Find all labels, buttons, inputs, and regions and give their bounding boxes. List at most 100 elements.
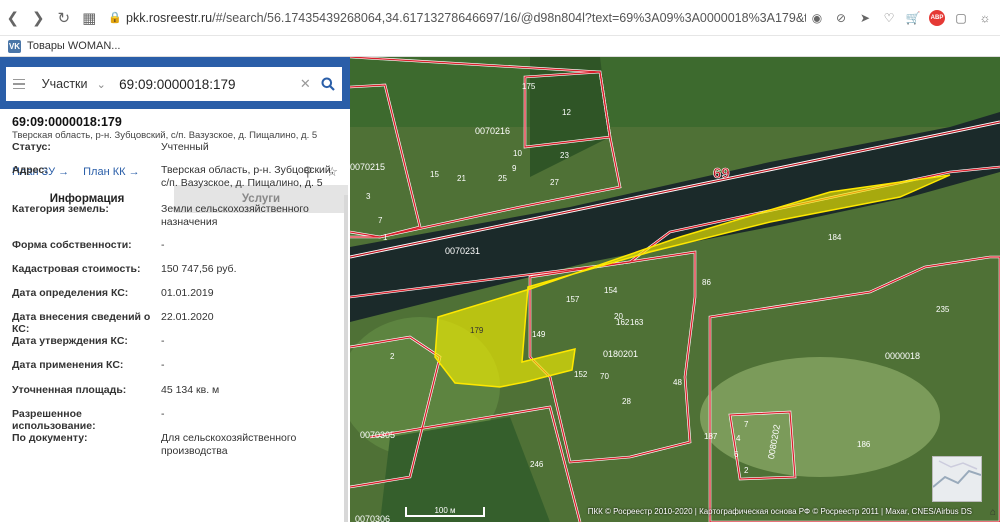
field-row: Категория земель: Земли сельскохозяйствен… xyxy=(0,203,350,228)
field-value: 22.01.2020 xyxy=(161,311,214,323)
parcel-label: 157 xyxy=(566,295,580,304)
field-label: Кадастровая стоимость: xyxy=(12,263,141,275)
clear-icon[interactable]: ✕ xyxy=(296,76,314,92)
parcel-label: 25 xyxy=(498,174,507,183)
minimap-image xyxy=(933,457,981,501)
parcel-label: 152 xyxy=(574,370,588,379)
field-label: Уточненная площадь: xyxy=(12,384,127,396)
share-icon[interactable]: ➤ xyxy=(854,7,876,29)
camera-icon[interactable]: ◉ xyxy=(806,7,828,29)
parcel-label: 235 xyxy=(936,305,950,314)
cube-icon[interactable]: ▢ xyxy=(950,7,972,29)
bookmarks-bar: VK Товары WOMAN... xyxy=(0,36,1000,57)
parcel-label: 15 xyxy=(430,170,439,179)
panel-scrollbar[interactable] xyxy=(344,195,348,522)
quarter-label: 0070231 xyxy=(445,246,480,256)
url-text[interactable]: pkk.rosreestr.ru/#/search/56.17435439268… xyxy=(126,11,806,25)
parcel-label: 187 xyxy=(704,432,718,441)
parcel-label: 21 xyxy=(457,174,466,183)
field-label: Дата утверждения КС: xyxy=(12,335,128,347)
parcel-label: 7 xyxy=(744,420,749,429)
field-label: Разрешенное использование: xyxy=(12,408,96,432)
vk-icon: VK xyxy=(8,39,21,53)
field-row: Кадастровая стоимость: 150 747,56 руб. xyxy=(0,263,350,276)
heart-icon[interactable]: ♡ xyxy=(878,7,900,29)
field-value: Учтенный xyxy=(161,141,209,153)
field-value: 150 747,56 руб. xyxy=(161,263,237,275)
parcel-label: 149 xyxy=(532,330,546,339)
search-input[interactable] xyxy=(113,76,297,92)
cart-icon[interactable]: 🛒 xyxy=(902,7,924,29)
parcel-label: 2 xyxy=(390,352,395,361)
block-icon[interactable]: ⊘ xyxy=(830,7,852,29)
map-canvas[interactable]: 69 1 7 9 0070216 0070215 0070231 0180201 0… xyxy=(350,57,1000,522)
region-label: 69 xyxy=(713,165,730,182)
field-row: Форма собственности: - xyxy=(0,239,350,252)
field-label: Дата применения КС: xyxy=(12,359,124,371)
parcel-label: 20 xyxy=(614,312,623,321)
tabs-grid-icon[interactable]: ▦ xyxy=(77,0,103,36)
bookmark-woman[interactable]: Товары WOMAN... xyxy=(27,40,120,52)
field-label: Форма собственности: xyxy=(12,239,132,251)
home-icon[interactable]: ⌂ xyxy=(990,507,996,518)
search-header: Участки ⌄ ✕ xyxy=(0,57,350,109)
quarter-label: 0070216 xyxy=(475,126,510,136)
search-icon xyxy=(321,77,336,91)
parcel-label: 246 xyxy=(530,460,544,469)
back-button[interactable]: ❮ xyxy=(0,0,26,36)
parcel-label: 154 xyxy=(604,286,618,295)
parcel-label: 163 xyxy=(630,318,644,327)
adblock-icon[interactable]: ABP xyxy=(926,7,948,29)
search-button[interactable] xyxy=(315,67,343,101)
quarter-label: 0070305 xyxy=(360,430,395,440)
parcel-label: 27 xyxy=(550,178,559,187)
field-value: - xyxy=(161,359,165,371)
parcel-label: 6 xyxy=(734,450,739,459)
address-bar[interactable]: 🔒 pkk.rosreestr.ru/#/search/56.174354392… xyxy=(108,5,806,31)
field-value: 45 134 кв. м xyxy=(161,384,220,396)
search-box: Участки ⌄ ✕ xyxy=(6,67,342,101)
parcel-label: 86 xyxy=(702,278,711,287)
field-row: По документу: Для сельскохозяйственного п… xyxy=(0,432,350,457)
quarter-label: 0000018 xyxy=(885,351,920,361)
parcel-label: 12 xyxy=(562,108,571,117)
field-label: По документу: xyxy=(12,432,88,444)
parcel-address: Тверская область, р-н. Зубцовский, с/п. … xyxy=(12,130,318,141)
scale-bar: 100 м xyxy=(405,507,485,517)
quarter-label: 0070306 xyxy=(355,514,390,522)
parcel-number: 69:09:0000018:179 xyxy=(12,115,122,129)
parcel-label: 23 xyxy=(560,151,569,160)
field-value: Для сельскохозяйственного производства xyxy=(161,432,297,457)
menu-icon[interactable] xyxy=(6,67,32,101)
quarter-label: 0180201 xyxy=(603,349,638,359)
field-label: Дата определения КС: xyxy=(12,287,129,299)
field-value: 01.01.2019 xyxy=(161,287,214,299)
minimap-thumbnail[interactable] xyxy=(932,456,982,502)
field-row: Дата применения КС: - xyxy=(0,359,350,372)
parcel-label: 70 xyxy=(600,372,609,381)
field-value: - xyxy=(161,335,165,347)
field-value: Земли сельскохозяйственного назначения xyxy=(161,203,309,228)
reload-button[interactable]: ↻ xyxy=(51,0,77,36)
field-value: - xyxy=(161,408,165,420)
browser-toolbar: ❮ ❯ ↻ ▦ 🔒 pkk.rosreestr.ru/#/search/56.1… xyxy=(0,0,1000,36)
parcel-label: 1 xyxy=(383,233,388,242)
search-type-select[interactable]: Участки xyxy=(32,77,97,91)
field-label: Дата внесения сведений о КС: xyxy=(12,311,151,335)
field-value: Тверская область, р-н. Зубцовский, с/п. … xyxy=(161,164,334,189)
field-row: Адрес: Тверская область, р-н. Зубцовский,… xyxy=(0,164,350,189)
lightbulb-icon[interactable]: ☼ xyxy=(974,7,996,29)
chevron-down-icon[interactable]: ⌄ xyxy=(97,78,114,91)
field-label: Категория земель: xyxy=(12,203,109,215)
parcel-label: 9 xyxy=(512,164,517,173)
parcel-label: 184 xyxy=(828,233,842,242)
parcel-label: 3 xyxy=(366,192,371,201)
field-row: Разрешенное использование: - xyxy=(0,408,350,432)
forward-button[interactable]: ❯ xyxy=(26,0,52,36)
map-attribution: ПКК © Росреестр 2010-2020 | Картографиче… xyxy=(587,507,972,516)
parcel-label: 186 xyxy=(857,440,871,449)
parcel-label: 28 xyxy=(622,397,631,406)
cadastral-map[interactable]: 69 1 7 9 0070216 0070215 0070231 0180201 0… xyxy=(350,57,1000,522)
forest-north xyxy=(350,57,1000,127)
field-label: Адрес: xyxy=(12,164,48,176)
